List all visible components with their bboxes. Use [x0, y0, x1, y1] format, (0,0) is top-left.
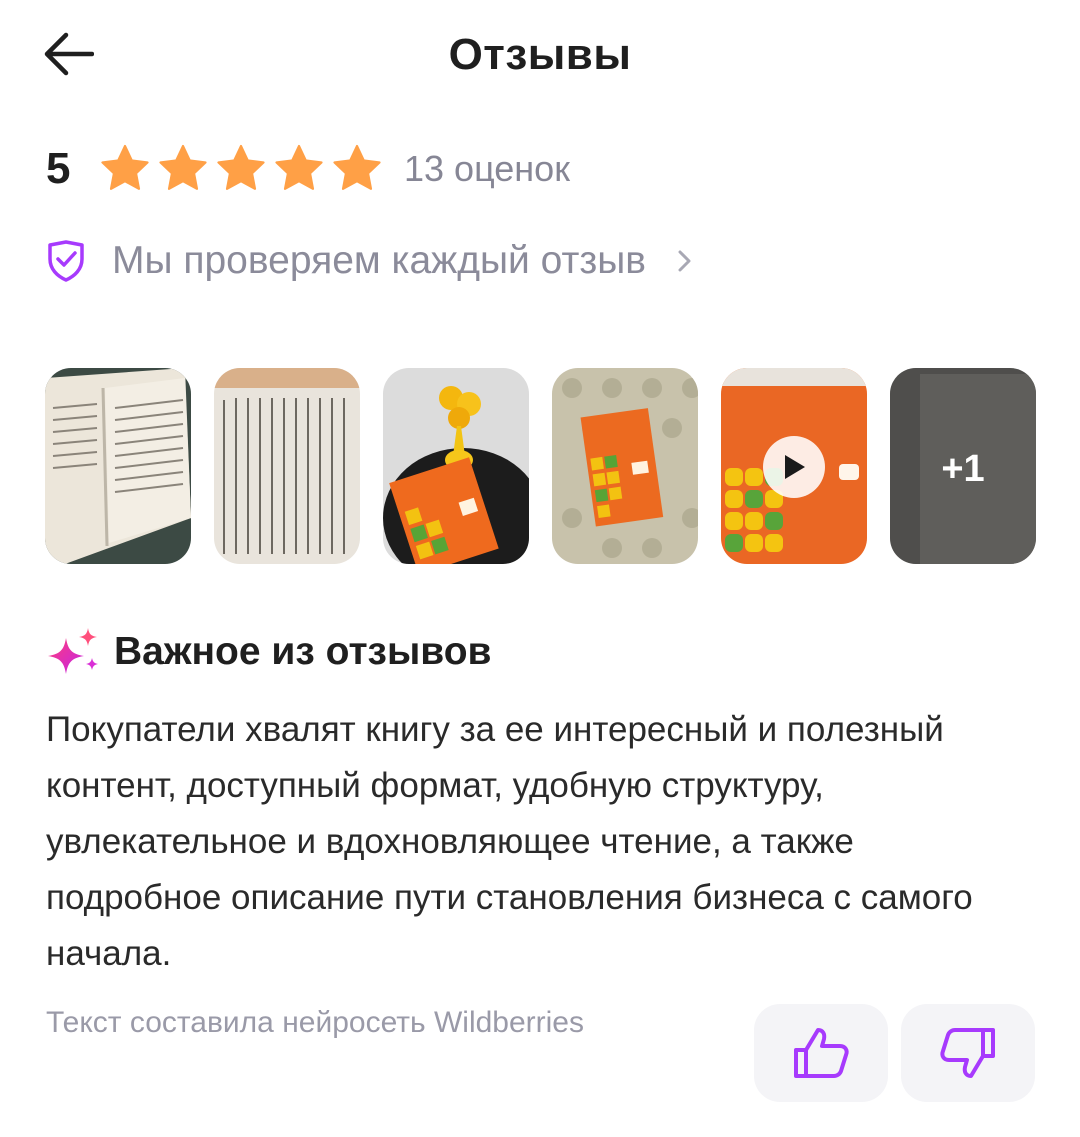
thumbs-down-icon	[940, 1028, 995, 1078]
summary-title: Важное из отзывов	[114, 630, 492, 673]
play-icon	[785, 455, 805, 479]
dislike-button[interactable]	[901, 1004, 1035, 1102]
photo-thumbnail[interactable]	[552, 368, 698, 564]
star-icon	[217, 144, 265, 190]
more-photos-thumbnail[interactable]: +1	[890, 368, 1036, 564]
verification-link[interactable]: Мы проверяем каждый отзыв	[46, 232, 696, 290]
more-photos-count: +1	[941, 448, 985, 490]
header: Отзывы	[0, 0, 1080, 110]
thumbs-up-icon	[794, 1028, 849, 1078]
summary-header: Важное из отзывов	[44, 624, 492, 680]
rating-summary: 5 13 оценок	[46, 138, 570, 200]
shield-check-icon	[48, 240, 84, 282]
star-icon	[101, 144, 149, 190]
star-icon	[159, 144, 207, 190]
chevron-right-icon	[678, 250, 691, 272]
photo-thumbnail[interactable]	[383, 368, 529, 564]
video-thumbnail[interactable]	[721, 368, 867, 564]
star-icon	[333, 144, 381, 190]
rating-count: 13 оценок	[404, 148, 570, 189]
verification-label: Мы проверяем каждый отзыв	[112, 239, 646, 282]
ai-attribution: Текст составила нейросеть Wildberries	[46, 1006, 584, 1039]
rating-value: 5	[46, 144, 71, 193]
play-button[interactable]	[763, 436, 825, 498]
summary-text: Покупатели хвалят книгу за ее интересный…	[46, 710, 973, 973]
photo-thumbnail[interactable]	[214, 368, 360, 564]
photo-thumbnail[interactable]	[45, 368, 191, 564]
like-button[interactable]	[754, 1004, 888, 1102]
page-title: Отзывы	[448, 30, 632, 79]
star-icon	[275, 144, 323, 190]
review-photos: +1	[45, 368, 1036, 564]
rating-stars	[98, 142, 384, 196]
sparkle-icon	[48, 628, 98, 674]
